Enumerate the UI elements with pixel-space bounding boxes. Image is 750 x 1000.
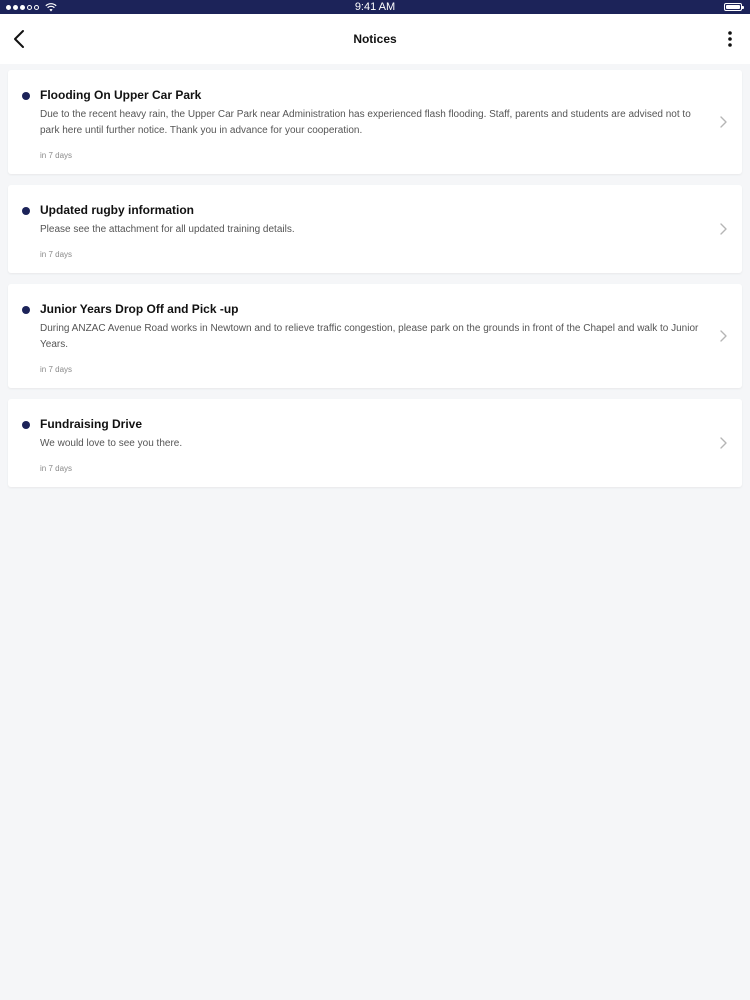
notice-time: in 7 days bbox=[40, 151, 73, 160]
unread-dot bbox=[22, 207, 30, 215]
notice-title: Junior Years Drop Off and Pick -up bbox=[40, 302, 239, 316]
notice-body: Due to the recent heavy rain, the Upper … bbox=[40, 109, 691, 136]
unread-dot bbox=[22, 421, 30, 429]
chevron-right-icon bbox=[720, 116, 727, 128]
notice-body: We would love to see you there. bbox=[40, 438, 183, 449]
page-title: Notices bbox=[353, 32, 397, 46]
more-vertical-icon[interactable] bbox=[724, 29, 736, 49]
notice-title: Fundraising Drive bbox=[40, 417, 143, 431]
battery-icon bbox=[724, 3, 744, 11]
notice-time: in 7 days bbox=[40, 365, 73, 374]
unread-dot bbox=[22, 306, 30, 314]
notice-card-flooding[interactable]: Flooding On Upper Car Park Due to the re… bbox=[8, 70, 742, 174]
notice-title: Flooding On Upper Car Park bbox=[40, 88, 202, 102]
unread-dot bbox=[22, 92, 30, 100]
chevron-right-icon bbox=[720, 437, 727, 449]
chevron-right-icon bbox=[720, 330, 727, 342]
notice-title: Updated rugby information bbox=[40, 203, 194, 217]
notice-body: Please see the attachment for all update… bbox=[40, 224, 295, 235]
notice-card-rugby[interactable]: Updated rugby information Please see the… bbox=[8, 185, 742, 273]
status-time: 9:41 AM bbox=[354, 1, 396, 13]
notice-list: Flooding On Upper Car Park Due to the re… bbox=[8, 70, 742, 498]
notice-card-junior-years[interactable]: Junior Years Drop Off and Pick -up Durin… bbox=[8, 284, 742, 388]
nav-bar: Notices bbox=[0, 14, 750, 64]
notice-time: in 7 days bbox=[40, 250, 73, 259]
notice-time: in 7 days bbox=[40, 464, 73, 473]
notice-card-fundraising[interactable]: Fundraising Drive We would love to see y… bbox=[8, 399, 742, 487]
status-bar: 9:41 AM bbox=[0, 0, 750, 14]
notice-body: During ANZAC Avenue Road works in Newtow… bbox=[40, 323, 699, 350]
chevron-right-icon bbox=[720, 223, 727, 235]
